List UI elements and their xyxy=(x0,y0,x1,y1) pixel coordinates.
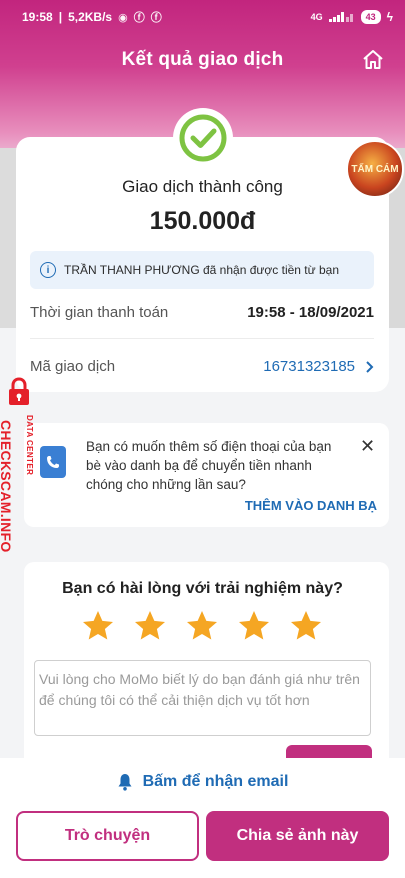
promo-avatar[interactable]: TẤM CÁM xyxy=(346,140,404,198)
share-image-button[interactable]: Chia sẻ ảnh này xyxy=(206,811,389,861)
payment-time-value: 19:58 - 18/09/2021 xyxy=(247,304,374,321)
email-receipt-label: Bấm để nhận email xyxy=(142,773,289,790)
recipient-notice: i TRẦN THANH PHƯƠNG đã nhận được tiền từ… xyxy=(30,251,374,289)
bell-icon xyxy=(118,774,132,791)
messenger-icon: ◉ xyxy=(118,11,128,24)
transaction-code-row[interactable]: Mã giao dịch 16731323185 xyxy=(30,358,374,375)
payment-time-row: Thời gian thanh toán 19:58 - 18/09/2021 xyxy=(30,304,374,321)
recipient-notice-text: TRẦN THANH PHƯƠNG đã nhận được tiền từ b… xyxy=(64,263,340,277)
star-rating[interactable] xyxy=(80,608,324,644)
star-icon[interactable] xyxy=(184,608,220,644)
star-icon[interactable] xyxy=(80,608,116,644)
charging-icon: ϟ xyxy=(386,10,393,24)
payment-time-label: Thời gian thanh toán xyxy=(30,304,169,321)
battery-indicator: 43 xyxy=(360,10,381,24)
add-to-contacts-button[interactable]: THÊM VÀO DANH BẠ xyxy=(245,498,377,513)
network-indicator: 4G xyxy=(310,12,323,22)
status-bar: 19:58 | 5,2KB/s ◉ ⓕ ⓕ 4G 43 ϟ xyxy=(22,10,393,24)
phone-contact-icon xyxy=(40,446,66,478)
check-circle-icon xyxy=(179,114,227,162)
status-time: 19:58 xyxy=(22,10,53,24)
page-title: Kết quả giao dịch xyxy=(121,49,284,70)
success-badge xyxy=(173,108,233,168)
email-receipt-link[interactable]: Bấm để nhận email xyxy=(0,773,405,791)
star-icon[interactable] xyxy=(132,608,168,644)
status-speed: 5,2KB/s xyxy=(68,10,113,24)
transaction-code-value: 16731323185 xyxy=(263,358,355,375)
close-icon[interactable]: ✕ xyxy=(360,436,375,457)
promo-avatar-text: TẤM CÁM xyxy=(351,163,399,175)
signal-icon xyxy=(328,12,353,22)
star-icon[interactable] xyxy=(288,608,324,644)
feedback-input[interactable] xyxy=(34,660,371,736)
watermark-subtitle: DATA CENTER xyxy=(25,415,34,476)
divider xyxy=(30,338,374,339)
star-icon[interactable] xyxy=(236,608,272,644)
chevron-right-icon xyxy=(366,360,374,373)
watermark-brand: CHECKSCAM.INFO xyxy=(0,420,14,553)
amount: 150.000đ xyxy=(149,207,256,235)
transaction-code-label: Mã giao dịch xyxy=(30,358,116,375)
facebook-icon: ⓕ xyxy=(133,12,145,24)
rating-question: Bạn có hài lòng với trải nghiệm này? xyxy=(62,580,343,597)
home-icon[interactable] xyxy=(361,48,385,72)
chat-button[interactable]: Trò chuyện xyxy=(16,811,199,861)
info-icon: i xyxy=(40,262,56,278)
top-bar: Kết quả giao dịch xyxy=(0,42,405,78)
status-title: Giao dịch thành công xyxy=(122,177,283,196)
lock-icon xyxy=(9,377,29,405)
contact-prompt-text: Bạn có muốn thêm số điện thoại của bạn b… xyxy=(86,439,332,492)
facebook-icon-2: ⓕ xyxy=(150,12,162,24)
